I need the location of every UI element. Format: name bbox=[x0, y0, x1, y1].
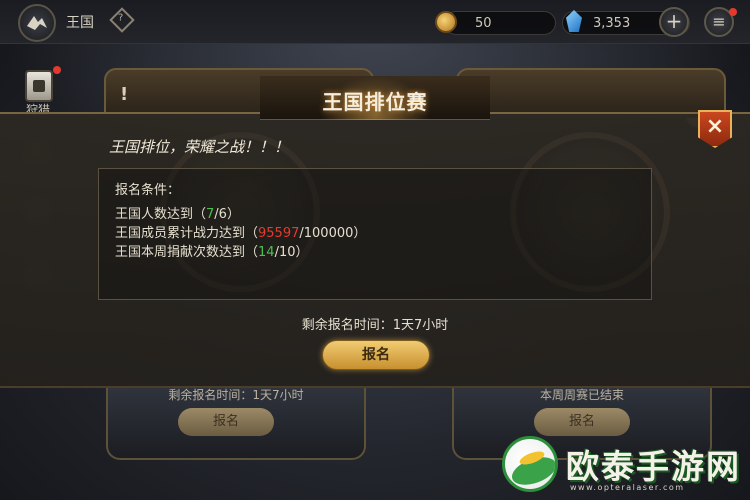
requirements-box: 报名条件： 王国人数达到（7/6） 王国成员累计战力达到（95597/10000… bbox=[98, 168, 652, 300]
dialog-title-bar: 王国排位赛 bbox=[260, 76, 490, 120]
requirement-suffix: ） bbox=[295, 245, 309, 260]
kingdom-emblem-icon[interactable] bbox=[18, 4, 56, 42]
requirement-row: 王国本周捐献次数达到（14/10） bbox=[115, 241, 309, 260]
gem-value: 3,353 bbox=[593, 16, 631, 31]
ranked-signup-dialog: 王国排位，荣耀之战！！！ 报名条件： 王国人数达到（7/6） 王国成员累计战力达… bbox=[0, 112, 750, 388]
requirement-current: 95597 bbox=[258, 226, 300, 241]
kingdom-label[interactable]: 王国 bbox=[66, 12, 94, 32]
requirement-label: 王国人数达到（ bbox=[115, 207, 207, 222]
ranked-card-bottom: 剩余报名时间：1天7小时 报名 bbox=[106, 386, 366, 460]
dialog-title: 王国排位赛 bbox=[322, 90, 428, 114]
hunt-icon[interactable] bbox=[25, 70, 53, 102]
requirement-label: 王国成员累计战力达到（ bbox=[115, 226, 259, 241]
signup-deadline: 剩余报名时间：1天7小时 bbox=[301, 318, 449, 333]
site-watermark: 欧泰手游网 www.opteralaser.com bbox=[498, 430, 750, 500]
coin-value: 50 bbox=[475, 16, 492, 31]
requirement-target: /6 bbox=[214, 207, 227, 222]
close-symbol: × bbox=[705, 114, 725, 139]
requirement-row: 王国成员累计战力达到（95597/100000） bbox=[115, 222, 366, 241]
hunt-notification-badge bbox=[53, 66, 61, 74]
warning-icon: ! bbox=[120, 84, 129, 105]
diamond-help-icon[interactable]: ? bbox=[109, 7, 135, 33]
watermark-logo-icon bbox=[502, 436, 558, 492]
requirement-label: 王国本周捐献次数达到（ bbox=[115, 245, 259, 260]
dialog-headline: 王国排位，荣耀之战！！！ bbox=[109, 138, 290, 156]
requirement-row: 王国人数达到（7/6） bbox=[115, 203, 240, 222]
signup-button[interactable]: 报名 bbox=[322, 340, 430, 370]
ranked-card-status: 剩余报名时间：1天7小时 bbox=[168, 388, 304, 402]
requirements-title: 报名条件： bbox=[115, 183, 181, 198]
watermark-url: www.opteralaser.com bbox=[570, 483, 685, 492]
top-bar: 王国 ? 50 3,353 + ≡ bbox=[0, 0, 750, 44]
coin-counter: 50 bbox=[444, 11, 556, 35]
requirement-target: /10 bbox=[274, 245, 296, 260]
requirement-suffix: ） bbox=[226, 207, 240, 222]
ranked-card-signup-button[interactable]: 报名 bbox=[178, 408, 274, 436]
requirement-target: /100000 bbox=[299, 226, 354, 241]
weekly-card-status: 本周周赛已结束 bbox=[539, 388, 624, 402]
notification-badge bbox=[729, 8, 737, 16]
requirement-suffix: ） bbox=[353, 226, 367, 241]
coin-icon bbox=[435, 11, 457, 33]
requirement-current: 14 bbox=[258, 245, 275, 260]
weekly-card-top: ! bbox=[456, 68, 726, 118]
plus-icon[interactable]: + bbox=[659, 7, 689, 37]
watermark-brand: 欧泰手游网 bbox=[566, 447, 741, 486]
